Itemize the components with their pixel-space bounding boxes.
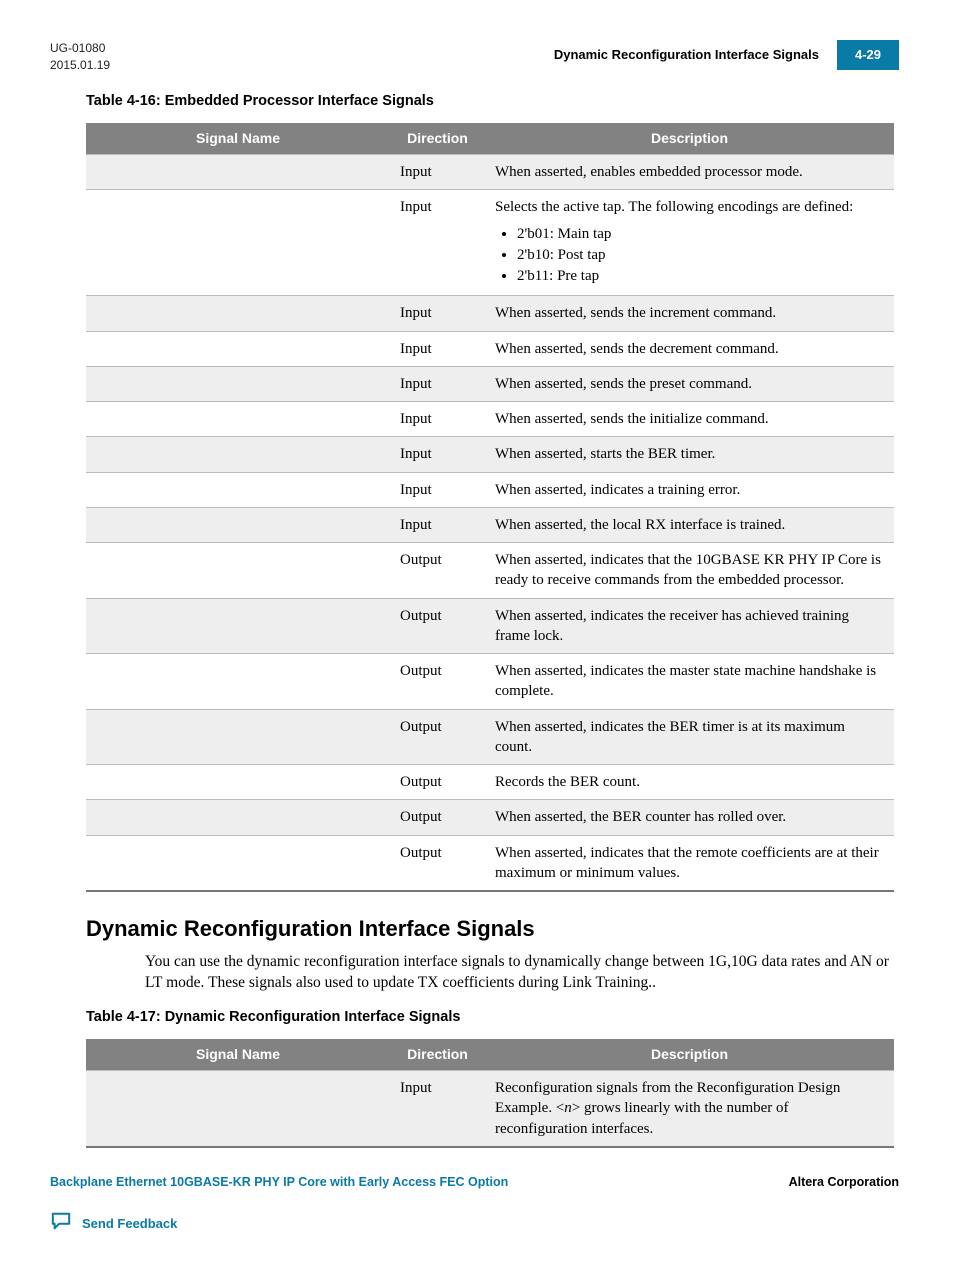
cell-direction: Output xyxy=(390,800,485,835)
cell-signal xyxy=(86,437,390,472)
cell-direction: Input xyxy=(390,155,485,190)
col-header-direction: Direction xyxy=(390,123,485,154)
feedback-row: Send Feedback xyxy=(50,1211,899,1237)
table-row: InputWhen asserted, sends the increment … xyxy=(86,296,894,331)
table-row: InputWhen asserted, indicates a training… xyxy=(86,472,894,507)
table-row: InputWhen asserted, sends the initialize… xyxy=(86,402,894,437)
cell-description: When asserted, indicates the BER timer i… xyxy=(485,709,894,765)
header-left: UG-01080 2015.01.19 xyxy=(50,40,110,74)
cell-description: When asserted, starts the BER timer. xyxy=(485,437,894,472)
cell-signal xyxy=(86,800,390,835)
cell-direction: Input xyxy=(390,190,485,296)
cell-direction: Output xyxy=(390,543,485,599)
list-item: 2'b11: Pre tap xyxy=(517,266,884,286)
cell-direction: Input xyxy=(390,437,485,472)
list-item: 2'b10: Post tap xyxy=(517,245,884,265)
cell-description: When asserted, the BER counter has rolle… xyxy=(485,800,894,835)
feedback-icon[interactable] xyxy=(50,1211,72,1237)
cell-signal xyxy=(86,598,390,654)
col-header-signal: Signal Name xyxy=(86,1039,390,1070)
cell-signal xyxy=(86,190,390,296)
cell-direction: Input xyxy=(390,331,485,366)
cell-description: When asserted, the local RX interface is… xyxy=(485,507,894,542)
table-17-caption: Table 4-17: Dynamic Reconfiguration Inte… xyxy=(86,1008,899,1028)
table-row: OutputWhen asserted, indicates that the … xyxy=(86,543,894,599)
cell-direction: Input xyxy=(390,402,485,437)
section-heading: Dynamic Reconfiguration Interface Signal… xyxy=(86,914,899,944)
col-header-description: Description xyxy=(485,123,894,154)
cell-description: When asserted, indicates the receiver ha… xyxy=(485,598,894,654)
list-item: 2'b01: Main tap xyxy=(517,224,884,244)
footer: Backplane Ethernet 10GBASE-KR PHY IP Cor… xyxy=(50,1174,899,1191)
cell-description: When asserted, sends the increment comma… xyxy=(485,296,894,331)
cell-signal xyxy=(86,654,390,710)
cell-signal xyxy=(86,366,390,401)
cell-signal xyxy=(86,507,390,542)
cell-direction: Input xyxy=(390,1071,485,1147)
table-row: OutputWhen asserted, indicates that the … xyxy=(86,835,894,891)
cell-description: When asserted, sends the initialize comm… xyxy=(485,402,894,437)
cell-direction: Output xyxy=(390,709,485,765)
cell-description: When asserted, indicates that the remote… xyxy=(485,835,894,891)
cell-signal xyxy=(86,835,390,891)
table-row: InputWhen asserted, sends the decrement … xyxy=(86,331,894,366)
cell-signal xyxy=(86,155,390,190)
table-row: InputSelects the active tap. The followi… xyxy=(86,190,894,296)
cell-direction: Input xyxy=(390,366,485,401)
footer-left-link[interactable]: Backplane Ethernet 10GBASE-KR PHY IP Cor… xyxy=(50,1174,508,1191)
page-header: UG-01080 2015.01.19 Dynamic Reconfigurat… xyxy=(50,40,899,74)
header-section-title: Dynamic Reconfiguration Interface Signal… xyxy=(554,46,819,64)
section-body: You can use the dynamic reconfiguration … xyxy=(145,952,899,994)
footer-right: Altera Corporation xyxy=(789,1174,899,1191)
table-16: Signal Name Direction Description InputW… xyxy=(86,123,894,892)
table-row: OutputWhen asserted, indicates the recei… xyxy=(86,598,894,654)
table-row: OutputWhen asserted, indicates the maste… xyxy=(86,654,894,710)
cell-description: When asserted, indicates that the 10GBAS… xyxy=(485,543,894,599)
cell-signal xyxy=(86,296,390,331)
col-header-direction: Direction xyxy=(390,1039,485,1070)
cell-direction: Output xyxy=(390,654,485,710)
cell-signal xyxy=(86,402,390,437)
table-row: InputWhen asserted, the local RX interfa… xyxy=(86,507,894,542)
cell-direction: Input xyxy=(390,472,485,507)
cell-signal xyxy=(86,472,390,507)
doc-id: UG-01080 xyxy=(50,40,110,57)
cell-signal xyxy=(86,331,390,366)
cell-direction: Output xyxy=(390,598,485,654)
table-row: InputWhen asserted, starts the BER timer… xyxy=(86,437,894,472)
cell-signal xyxy=(86,709,390,765)
cell-signal xyxy=(86,765,390,800)
table-row: OutputRecords the BER count. xyxy=(86,765,894,800)
table-17: Signal Name Direction Description InputR… xyxy=(86,1039,894,1148)
cell-description: When asserted, indicates a training erro… xyxy=(485,472,894,507)
cell-description: Reconfiguration signals from the Reconfi… xyxy=(485,1071,894,1147)
table-row: InputWhen asserted, sends the preset com… xyxy=(86,366,894,401)
cell-description: Records the BER count. xyxy=(485,765,894,800)
page-number-badge: 4-29 xyxy=(837,40,899,70)
cell-description: Selects the active tap. The following en… xyxy=(485,190,894,296)
doc-date: 2015.01.19 xyxy=(50,57,110,74)
header-right: Dynamic Reconfiguration Interface Signal… xyxy=(554,40,899,70)
cell-description: When asserted, sends the preset command. xyxy=(485,366,894,401)
send-feedback-link[interactable]: Send Feedback xyxy=(82,1215,177,1233)
cell-direction: Output xyxy=(390,835,485,891)
table-16-caption: Table 4-16: Embedded Processor Interface… xyxy=(86,92,899,112)
col-header-description: Description xyxy=(485,1039,894,1070)
table-row: OutputWhen asserted, indicates the BER t… xyxy=(86,709,894,765)
col-header-signal: Signal Name xyxy=(86,123,390,154)
table-row: OutputWhen asserted, the BER counter has… xyxy=(86,800,894,835)
cell-description: When asserted, sends the decrement comma… xyxy=(485,331,894,366)
table-row: InputWhen asserted, enables embedded pro… xyxy=(86,155,894,190)
cell-direction: Input xyxy=(390,296,485,331)
cell-signal xyxy=(86,1071,390,1147)
cell-direction: Input xyxy=(390,507,485,542)
table-row: InputReconfiguration signals from the Re… xyxy=(86,1071,894,1147)
cell-signal xyxy=(86,543,390,599)
cell-description: When asserted, indicates the master stat… xyxy=(485,654,894,710)
cell-description: When asserted, enables embedded processo… xyxy=(485,155,894,190)
cell-direction: Output xyxy=(390,765,485,800)
